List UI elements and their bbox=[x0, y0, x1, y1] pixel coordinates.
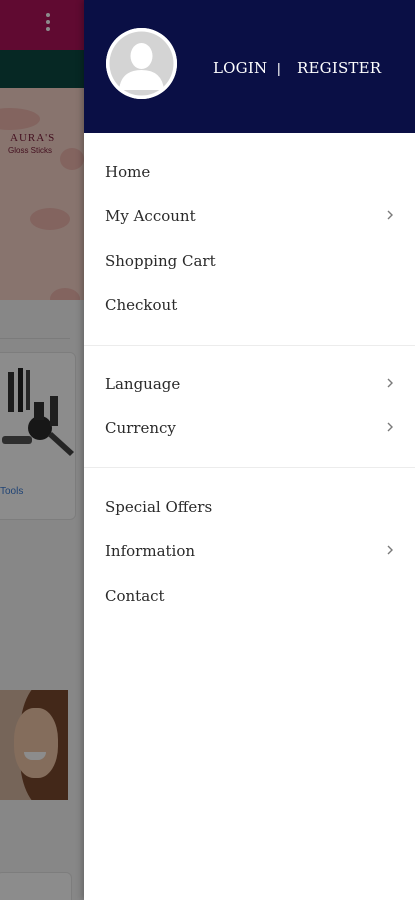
menu-divider bbox=[84, 345, 415, 346]
menu-item-label: Language bbox=[105, 375, 181, 394]
menu-group-main: Home My Account Shopping Cart Checkout bbox=[84, 150, 415, 327]
navigation-drawer: LOGIN | REGISTER Home My Account Shoppin… bbox=[84, 0, 415, 900]
register-label: REGISTER bbox=[297, 59, 382, 77]
menu-item-label: Home bbox=[105, 163, 151, 182]
user-avatar-icon[interactable] bbox=[106, 28, 177, 99]
login-label: LOGIN bbox=[213, 59, 268, 77]
menu-divider bbox=[84, 467, 415, 468]
menu-item-information[interactable]: Information bbox=[84, 529, 415, 573]
chevron-right-icon bbox=[387, 210, 393, 220]
menu-item-checkout[interactable]: Checkout bbox=[84, 283, 415, 327]
menu-item-currency[interactable]: Currency bbox=[84, 406, 415, 450]
menu-item-contact[interactable]: Contact bbox=[84, 574, 415, 618]
register-link[interactable]: REGISTER bbox=[297, 56, 381, 80]
menu-item-label: Currency bbox=[105, 419, 176, 438]
menu-item-language[interactable]: Language bbox=[84, 362, 415, 406]
chevron-right-icon bbox=[387, 378, 393, 388]
menu-item-label: Checkout bbox=[105, 296, 178, 315]
chevron-right-icon bbox=[387, 545, 393, 555]
menu-item-my-account[interactable]: My Account bbox=[84, 194, 415, 238]
menu-item-label: Information bbox=[105, 542, 196, 561]
menu-item-special-offers[interactable]: Special Offers bbox=[84, 485, 415, 529]
menu-item-label: My Account bbox=[105, 207, 196, 226]
menu-group-settings: Language Currency bbox=[84, 362, 415, 451]
menu-item-label: Shopping Cart bbox=[105, 251, 216, 270]
menu-item-label: Special Offers bbox=[105, 498, 213, 517]
drawer-header: LOGIN | REGISTER bbox=[84, 0, 415, 133]
menu-item-shopping-cart[interactable]: Shopping Cart bbox=[84, 239, 415, 283]
menu-group-info: Special Offers Information Contact bbox=[84, 485, 415, 618]
auth-separator: | bbox=[277, 60, 281, 76]
menu-item-home[interactable]: Home bbox=[84, 150, 415, 194]
chevron-right-icon bbox=[387, 422, 393, 432]
login-link[interactable]: LOGIN bbox=[213, 56, 267, 80]
menu-item-label: Contact bbox=[105, 586, 165, 605]
